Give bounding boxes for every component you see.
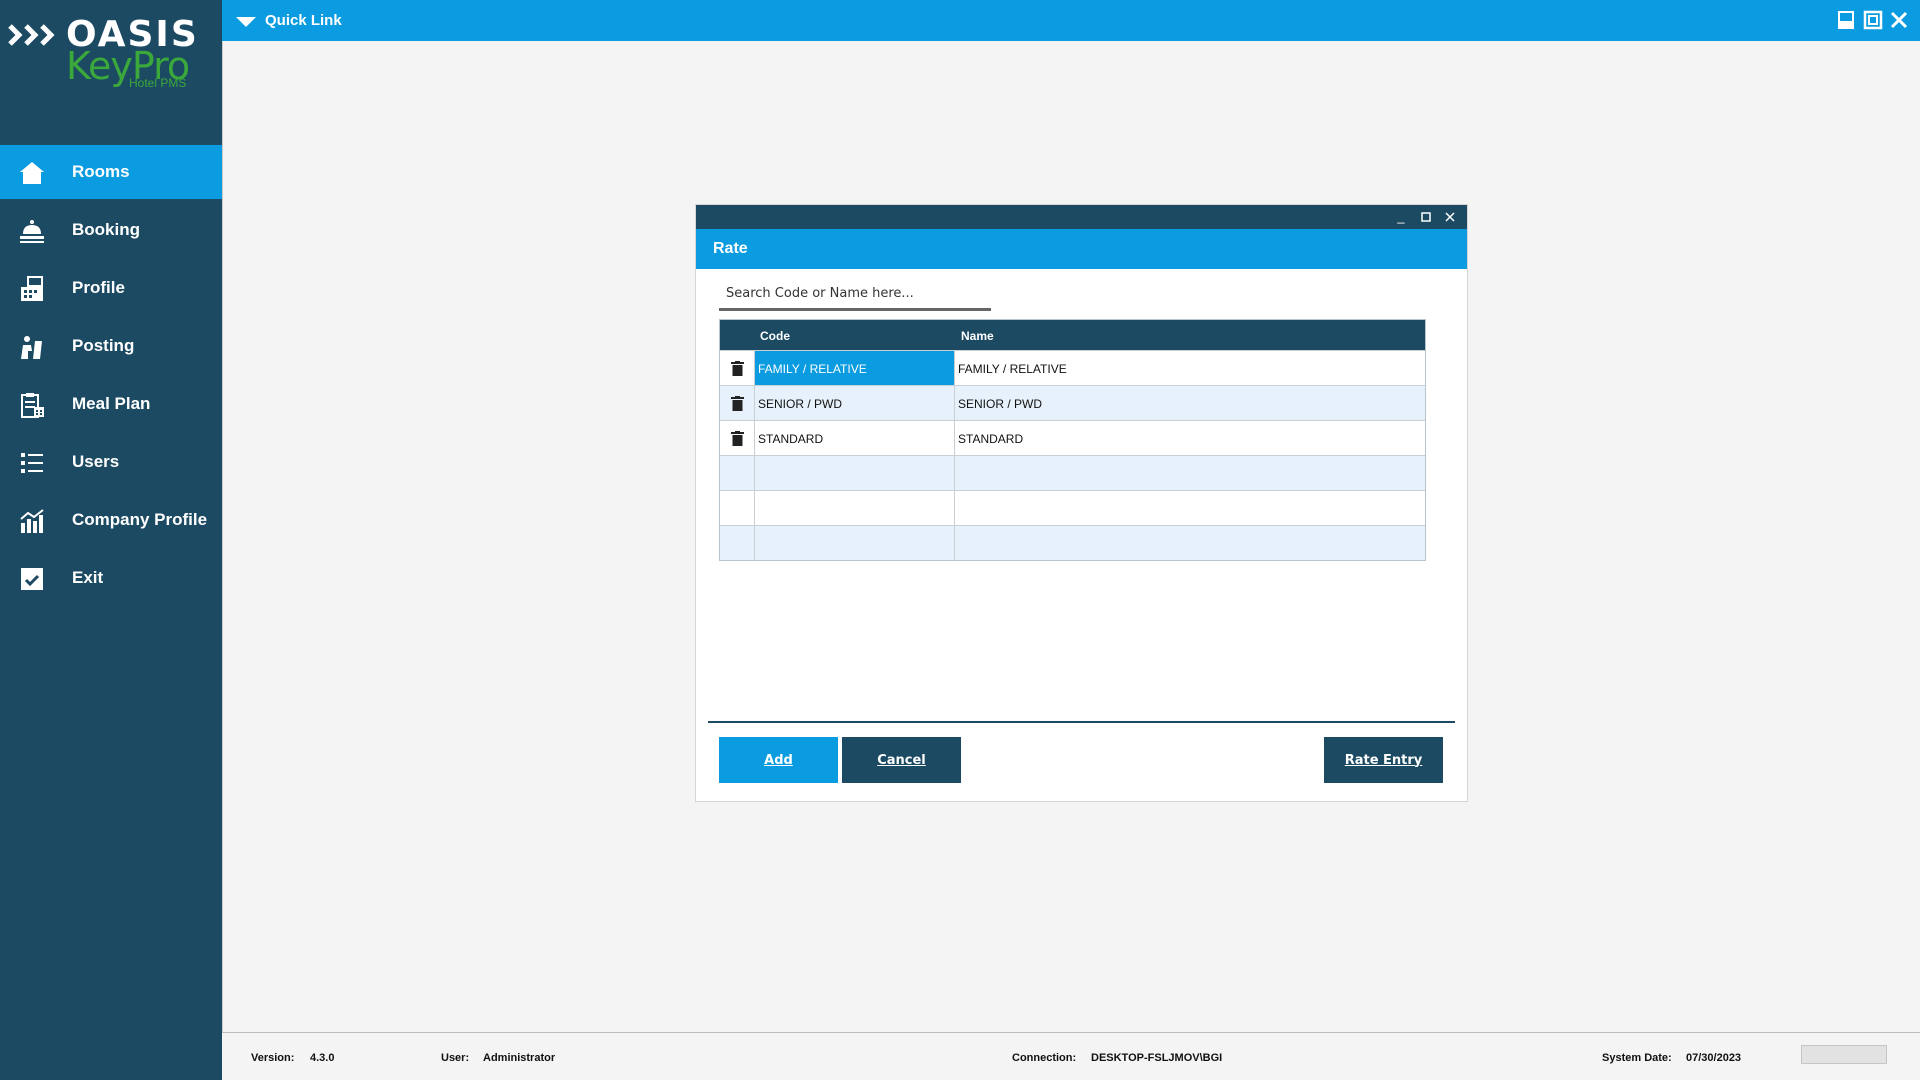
cell-code[interactable]: FAMILY / RELATIVE xyxy=(755,351,955,385)
row-delete-cell[interactable] xyxy=(720,386,755,420)
column-header-code[interactable]: Code xyxy=(760,329,790,343)
dialog-titlebar[interactable]: _ xyxy=(696,205,1467,229)
sidebar-item-meal-plan[interactable]: Meal Plan xyxy=(0,377,222,431)
cell-code[interactable]: STANDARD xyxy=(755,421,955,455)
cell-name[interactable] xyxy=(955,456,1425,490)
row-empty-cell[interactable] xyxy=(720,491,755,525)
logo-brand-sub: Hotel PMS xyxy=(129,76,187,90)
system-date-value: 07/30/2023 xyxy=(1686,1052,1742,1064)
bell-icon xyxy=(20,220,44,243)
rate-grid: Code Name FAMILY / RELATIVE FAMILY / REL… xyxy=(719,319,1426,561)
posting-icon xyxy=(21,336,42,359)
quick-link-label[interactable]: Quick Link xyxy=(265,12,342,29)
sidebar-item-users[interactable]: Users xyxy=(0,435,222,489)
row-delete-cell[interactable] xyxy=(720,421,755,455)
rate-dialog: _ Rate Code Name FAMILY / RELATIVE xyxy=(695,204,1468,802)
search-input[interactable] xyxy=(719,279,991,311)
connection-label: Connection: xyxy=(1012,1052,1077,1064)
top-bar: Quick Link xyxy=(222,0,1920,41)
trash-icon[interactable] xyxy=(731,361,744,376)
sidebar-item-label: Company Profile xyxy=(72,510,208,529)
user-label: User: xyxy=(441,1052,470,1064)
row-empty-cell[interactable] xyxy=(720,456,755,490)
sidebar-item-company-profile[interactable]: Company Profile xyxy=(0,493,222,547)
sidebar: OASIS KeyPro Hotel PMS Rooms Booking Pro… xyxy=(0,0,222,1080)
sidebar-item-label: Profile xyxy=(72,278,125,297)
dialog-maximize-icon[interactable] xyxy=(1417,208,1435,226)
exit-icon xyxy=(21,568,43,590)
row-empty-cell[interactable] xyxy=(720,526,755,560)
list-icon xyxy=(21,453,43,473)
chart-icon xyxy=(20,509,44,533)
table-row[interactable] xyxy=(720,490,1425,525)
sidebar-item-label: Meal Plan xyxy=(72,394,151,413)
cell-name[interactable]: STANDARD xyxy=(955,421,1425,455)
sidebar-item-label: Booking xyxy=(72,220,140,239)
cancel-button[interactable]: Cancel xyxy=(842,737,961,783)
trash-icon[interactable] xyxy=(731,431,744,446)
close-icon[interactable] xyxy=(1889,10,1909,30)
dialog-close-icon[interactable] xyxy=(1441,208,1459,226)
dialog-divider xyxy=(708,721,1455,723)
cell-name[interactable] xyxy=(955,526,1425,560)
trash-icon[interactable] xyxy=(731,396,744,411)
cell-name[interactable]: SENIOR / PWD xyxy=(955,386,1425,420)
sidebar-item-exit[interactable]: Exit xyxy=(0,551,222,605)
grid-header: Code Name xyxy=(720,320,1425,350)
sidebar-nav: Rooms Booking Profile Posting Meal Plan … xyxy=(0,145,222,609)
clipboard-icon xyxy=(21,393,44,418)
version-value: 4.3.0 xyxy=(310,1052,335,1064)
status-bar: Version: 4.3.0 User: Administrator Conne… xyxy=(222,1032,1920,1080)
table-row[interactable] xyxy=(720,455,1425,490)
sidebar-item-label: Rooms xyxy=(72,162,130,181)
table-row[interactable]: FAMILY / RELATIVE FAMILY / RELATIVE xyxy=(720,350,1425,385)
maximize-icon[interactable] xyxy=(1863,10,1883,30)
sidebar-item-label: Exit xyxy=(72,568,104,587)
cell-code[interactable]: SENIOR / PWD xyxy=(755,386,955,420)
sidebar-item-rooms[interactable]: Rooms xyxy=(0,145,222,199)
dialog-header: Rate xyxy=(696,229,1467,269)
register-icon xyxy=(21,276,43,301)
cell-name[interactable]: FAMILY / RELATIVE xyxy=(955,351,1425,385)
rate-entry-button[interactable]: Rate Entry xyxy=(1324,737,1443,783)
sidebar-item-profile[interactable]: Profile xyxy=(0,261,222,315)
cell-code[interactable] xyxy=(755,456,955,490)
sidebar-item-label: Users xyxy=(72,452,120,471)
cell-name[interactable] xyxy=(955,491,1425,525)
quick-link-toggle-icon[interactable] xyxy=(236,17,256,27)
system-date-label: System Date: xyxy=(1602,1052,1672,1064)
dialog-minimize-icon[interactable]: _ xyxy=(1392,208,1410,226)
status-progress-box xyxy=(1801,1045,1887,1064)
table-row[interactable]: SENIOR / PWD SENIOR / PWD xyxy=(720,385,1425,420)
cell-code[interactable] xyxy=(755,491,955,525)
sidebar-item-booking[interactable]: Booking xyxy=(0,203,222,257)
home-icon xyxy=(20,162,44,184)
connection-value: DESKTOP-FSLJMOV\BGI xyxy=(1091,1052,1223,1064)
dialog-title: Rate xyxy=(713,240,748,257)
app-logo: OASIS KeyPro Hotel PMS xyxy=(8,14,208,94)
cell-code[interactable] xyxy=(755,526,955,560)
version-label: Version: xyxy=(251,1052,295,1064)
table-row[interactable] xyxy=(720,525,1425,560)
sidebar-item-label: Posting xyxy=(72,336,135,355)
user-value: Administrator xyxy=(483,1052,556,1064)
sidebar-item-posting[interactable]: Posting xyxy=(0,319,222,373)
add-button[interactable]: Add xyxy=(719,737,838,783)
logo-chevrons-icon xyxy=(8,24,55,46)
column-header-name[interactable]: Name xyxy=(961,329,994,343)
minimize-icon[interactable] xyxy=(1836,10,1856,30)
row-delete-cell[interactable] xyxy=(720,351,755,385)
table-row[interactable]: STANDARD STANDARD xyxy=(720,420,1425,455)
